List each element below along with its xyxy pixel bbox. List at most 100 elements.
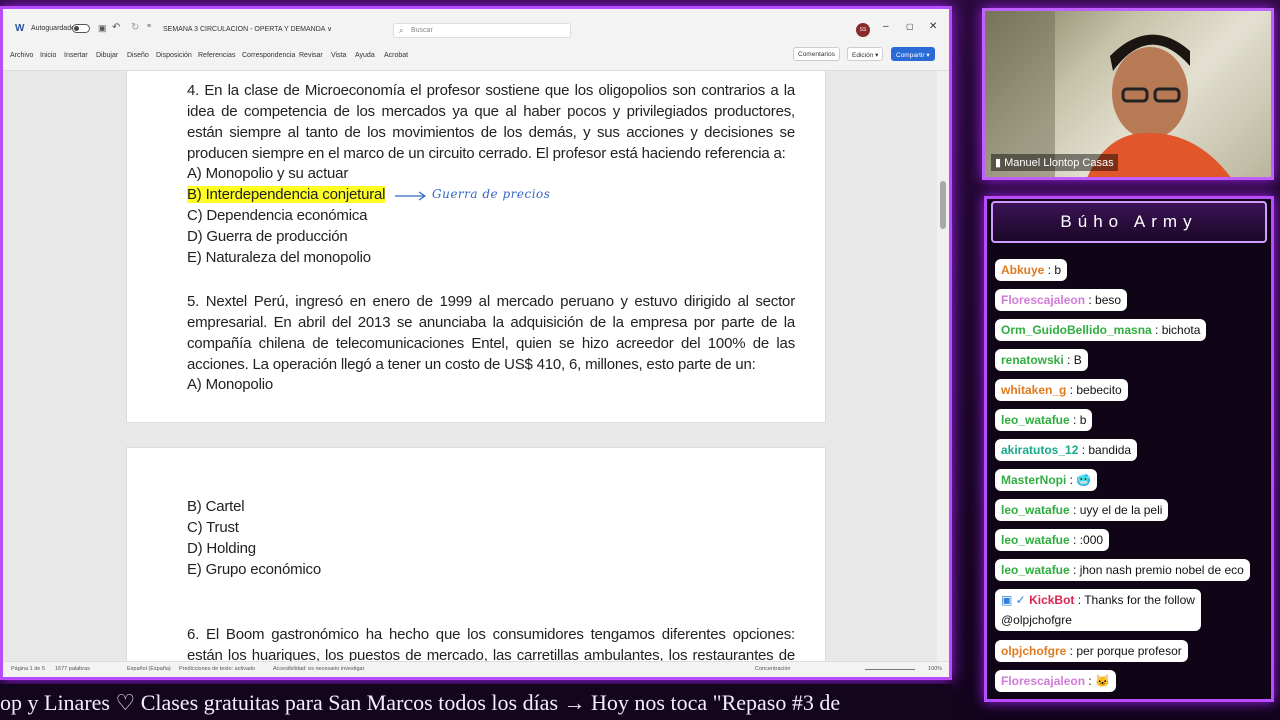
- chat-message-text: : bichota: [1151, 323, 1201, 337]
- chat-username[interactable]: Florescajaleon: [1001, 674, 1085, 688]
- chat-username[interactable]: Orm_GuidoBellido_masna: [1001, 323, 1152, 337]
- tab-inicio[interactable]: Inicio: [40, 52, 56, 59]
- chat-message-text: : B: [1063, 353, 1082, 367]
- chat-username[interactable]: leo_watafue: [1001, 503, 1070, 517]
- chat-message: olpjchofgre : per porque profesor: [995, 640, 1188, 662]
- chat-message: leo_watafue : b: [995, 409, 1093, 431]
- chat-message: leo_watafue : jhon nash premio nobel de …: [995, 559, 1250, 581]
- chat-message-text-line2: @olpjchofgre: [1001, 613, 1072, 627]
- chat-message: Florescajaleon : 🐱: [995, 670, 1116, 692]
- focus-mode-button[interactable]: Concentración: [755, 666, 790, 672]
- undo-icon[interactable]: ↶: [112, 22, 120, 33]
- chat-message: whitaken_g : bebecito: [995, 379, 1128, 401]
- chat-message-text: : beso: [1085, 293, 1122, 307]
- search-icon: ⌕: [399, 26, 404, 35]
- chat-username[interactable]: akiratutos_12: [1001, 443, 1078, 457]
- document-title[interactable]: SEMANA 3 CIRCULACION - OPERTA Y DEMANDA …: [163, 25, 332, 33]
- webcam-name-tag: ▮ Manuel Llontop Casas: [991, 154, 1118, 171]
- close-icon[interactable]: ✕: [929, 21, 937, 32]
- chat-message-text: : jhon nash premio nobel de eco: [1069, 563, 1244, 577]
- chat-username[interactable]: renatowski: [1001, 353, 1064, 367]
- question-6-text: 6. El Boom gastronómico ha hecho que los…: [187, 626, 795, 661]
- tab-disposicion[interactable]: Disposición: [156, 52, 192, 59]
- chat-message-text: : per porque profesor: [1066, 644, 1182, 658]
- q5-option-a: A) Monopolio: [187, 376, 273, 393]
- chat-message: akiratutos_12 : bandida: [995, 439, 1138, 461]
- save-icon[interactable]: ▣: [98, 23, 107, 34]
- page-count[interactable]: Página 1 de 5: [11, 666, 45, 672]
- vertical-scrollbar[interactable]: [937, 71, 949, 661]
- tab-diseno[interactable]: Diseño: [127, 52, 149, 59]
- q4-option-c: C) Dependencia económica: [187, 207, 368, 224]
- text-predictions-status[interactable]: Predicciones de texto: activado: [179, 666, 255, 672]
- tab-correspondencia[interactable]: Correspondencia: [242, 52, 295, 59]
- tab-insertar[interactable]: Insertar: [64, 52, 88, 59]
- chat-username[interactable]: olpjchofgre: [1001, 644, 1066, 658]
- accessibility-status[interactable]: Accesibilidad: es necesario investigar: [273, 666, 364, 672]
- tab-acrobat[interactable]: Acrobat: [384, 52, 408, 59]
- zoom-level[interactable]: 100%: [928, 666, 942, 672]
- chat-message: Abkuye : b: [995, 259, 1068, 281]
- search-box[interactable]: ⌕ Buscar: [393, 23, 571, 38]
- customize-qat-icon[interactable]: ≡: [147, 23, 151, 30]
- chat-username[interactable]: leo_watafue: [1001, 563, 1070, 577]
- chat-message-text: : b: [1069, 413, 1087, 427]
- word-count[interactable]: 1677 palabras: [55, 666, 90, 672]
- chat-title: Búho Army: [991, 201, 1267, 243]
- chat-message-text: : 🐱: [1085, 674, 1110, 688]
- tab-archivo[interactable]: Archivo: [10, 52, 33, 59]
- tab-vista[interactable]: Vista: [331, 52, 346, 59]
- chat-message: leo_watafue : uyy el de la peli: [995, 499, 1169, 521]
- tab-dibujar[interactable]: Dibujar: [96, 52, 118, 59]
- autosave-toggle[interactable]: [72, 24, 90, 33]
- redo-icon[interactable]: ↻: [131, 22, 139, 33]
- chat-username[interactable]: leo_watafue: [1001, 413, 1070, 427]
- handwritten-note: Guerra de precios: [432, 187, 551, 201]
- tab-revisar[interactable]: Revisar: [299, 52, 323, 59]
- q5-option-e: E) Grupo económico: [187, 561, 321, 578]
- document-canvas[interactable]: 4. En la clase de Microeconomía el profe…: [3, 71, 937, 661]
- zoom-slider[interactable]: [865, 669, 915, 670]
- presenter-name: Manuel Llontop Casas: [1004, 157, 1114, 169]
- chat-message: renatowski : B: [995, 349, 1088, 371]
- minimize-icon[interactable]: –: [883, 21, 889, 32]
- avatar[interactable]: SS: [856, 23, 870, 37]
- q5-option-c: C) Trust: [187, 519, 239, 536]
- comments-button[interactable]: Comentarios: [793, 47, 840, 61]
- chat-message-text: : 🥶: [1066, 473, 1092, 487]
- language-status[interactable]: Español (España): [127, 666, 171, 672]
- chat-username[interactable]: Florescajaleon: [1001, 293, 1085, 307]
- search-placeholder: Buscar: [411, 27, 433, 34]
- question-5-text: 5. Nextel Perú, ingresó en enero de 1999…: [187, 293, 795, 373]
- ticker-text: op y Linares ♡ Clases gratuitas para San…: [0, 690, 841, 715]
- signal-icon: ▮: [995, 157, 1002, 169]
- chat-username[interactable]: KickBot: [1029, 593, 1074, 607]
- q4-option-b-highlighted: B) Interdependencia conjetural: [187, 186, 386, 203]
- share-button[interactable]: Compartir ▾: [891, 47, 935, 61]
- q5-option-b: B) Cartel: [187, 498, 245, 515]
- chat-username[interactable]: MasterNopi: [1001, 473, 1066, 487]
- chat-message-text: : :000: [1069, 533, 1104, 547]
- ribbon-tabs: Archivo Inicio Insertar Dibujar Diseño D…: [3, 43, 949, 71]
- edit-label: Edición: [852, 52, 874, 59]
- q4-option-d: D) Guerra de producción: [187, 228, 348, 245]
- scrollbar-thumb[interactable]: [940, 181, 946, 229]
- maximize-icon[interactable]: ▢: [906, 22, 914, 31]
- chat-username[interactable]: leo_watafue: [1001, 533, 1070, 547]
- chat-message: ▣ ✓ KickBot : Thanks for the follow @olpj…: [995, 589, 1201, 631]
- question-4-text: 4. En la clase de Microeconomía el profe…: [187, 82, 795, 162]
- tab-ayuda[interactable]: Ayuda: [355, 52, 375, 59]
- chat-message: Florescajaleon : beso: [995, 289, 1128, 311]
- chat-username[interactable]: whitaken_g: [1001, 383, 1066, 397]
- q4-option-e: E) Naturaleza del monopolio: [187, 249, 371, 266]
- chat-message-text: : b: [1044, 263, 1062, 277]
- chat-username[interactable]: Abkuye: [1001, 263, 1044, 277]
- chat-message-text: : bandida: [1078, 443, 1132, 457]
- edit-mode-button[interactable]: Edición ▾: [847, 47, 884, 61]
- tab-referencias[interactable]: Referencias: [198, 52, 235, 59]
- bot-badge-icon: ▣ ✓: [1001, 593, 1030, 607]
- autosave-label: Autoguardado: [31, 25, 75, 32]
- q5-option-d: D) Holding: [187, 540, 256, 557]
- share-label: Compartir: [896, 52, 925, 59]
- chat-message: Orm_GuidoBellido_masna : bichota: [995, 319, 1207, 341]
